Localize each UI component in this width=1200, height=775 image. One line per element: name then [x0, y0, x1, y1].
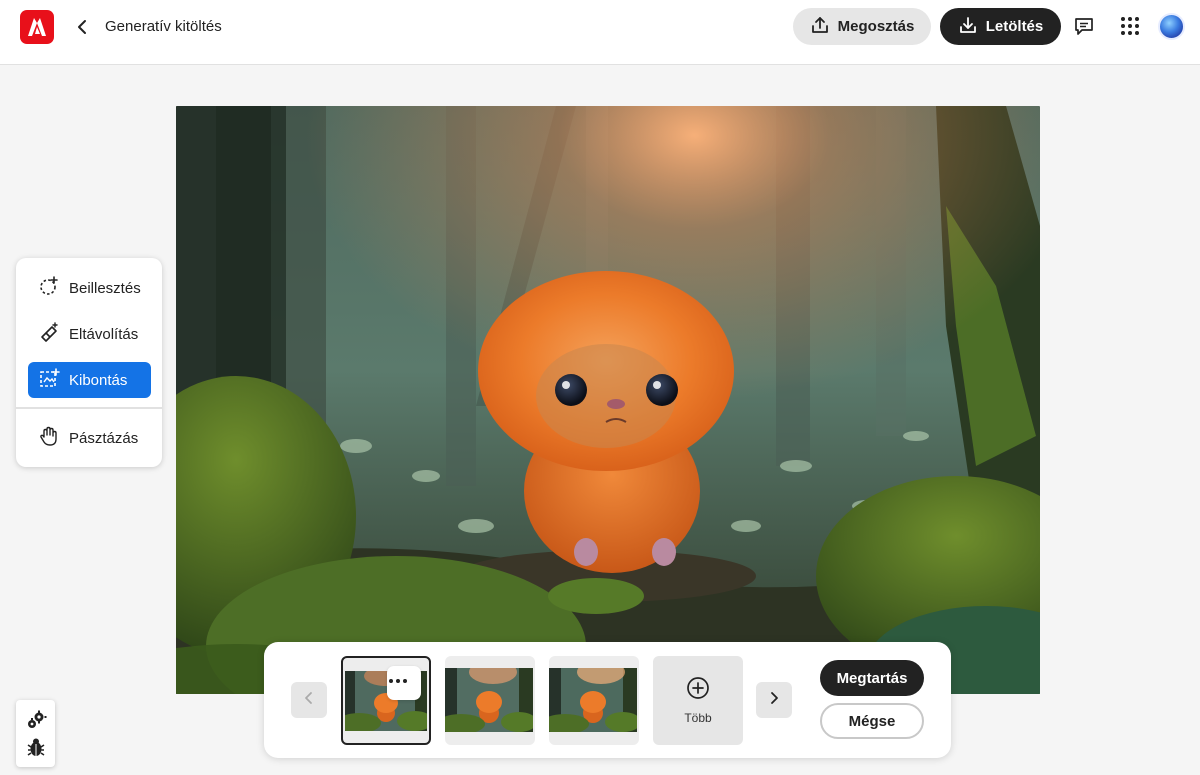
- avatar[interactable]: [1158, 13, 1185, 40]
- expand-icon: [38, 367, 60, 393]
- top-bar: Generatív kitöltés Megosztás Letöltés: [0, 0, 1200, 65]
- tool-pan-label: Pásztázás: [69, 429, 139, 447]
- tool-remove-label: Eltávolítás: [69, 325, 139, 343]
- variations-bar: Több Megtartás Mégse: [264, 642, 951, 758]
- chevron-left-icon: [304, 691, 314, 710]
- debug-widget: [16, 700, 55, 767]
- more-label: Több: [684, 711, 712, 725]
- apps-grid-icon[interactable]: [1117, 13, 1143, 39]
- comment-icon[interactable]: [1071, 13, 1097, 39]
- tool-pan[interactable]: Pásztázás: [28, 420, 151, 456]
- keep-button[interactable]: Megtartás: [820, 660, 924, 696]
- share-label: Megosztás: [837, 18, 915, 35]
- previous-variations-button[interactable]: [291, 682, 327, 718]
- adobe-logo-icon[interactable]: [20, 10, 54, 44]
- chevron-right-icon: [769, 691, 779, 710]
- download-button[interactable]: Letöltés: [940, 8, 1061, 45]
- next-variations-button[interactable]: [756, 682, 792, 718]
- gears-icon[interactable]: [24, 708, 48, 732]
- pan-hand-icon: [38, 425, 60, 451]
- remove-icon: [38, 321, 60, 347]
- tool-expand-label: Kibontás: [69, 371, 128, 389]
- tool-expand[interactable]: Kibontás: [28, 362, 151, 398]
- variation-thumbnail-1[interactable]: [341, 656, 431, 745]
- tool-remove[interactable]: Eltávolítás: [28, 316, 151, 352]
- variation-thumbnail-3[interactable]: [549, 656, 639, 745]
- canvas-image[interactable]: [176, 106, 1040, 694]
- share-icon: [810, 15, 830, 39]
- variation-thumbnail-2[interactable]: [445, 656, 535, 745]
- download-label: Letöltés: [985, 18, 1044, 35]
- cancel-button[interactable]: Mégse: [820, 703, 924, 739]
- tools-panel: Beillesztés Eltávolítás Kibontás Pásztáz…: [16, 258, 162, 467]
- download-icon: [958, 15, 978, 39]
- bug-icon[interactable]: [24, 735, 48, 759]
- tool-insert-label: Beillesztés: [69, 279, 141, 297]
- plus-circle-icon: [686, 676, 710, 705]
- share-button[interactable]: Megosztás: [793, 8, 931, 45]
- page-title: Generatív kitöltés: [105, 18, 222, 35]
- more-options-button[interactable]: [387, 666, 421, 700]
- tool-insert[interactable]: Beillesztés: [28, 270, 151, 306]
- tools-divider: [16, 407, 162, 409]
- back-arrow-icon[interactable]: [72, 16, 92, 38]
- more-variations-button[interactable]: Több: [653, 656, 743, 745]
- insert-icon: [38, 275, 60, 301]
